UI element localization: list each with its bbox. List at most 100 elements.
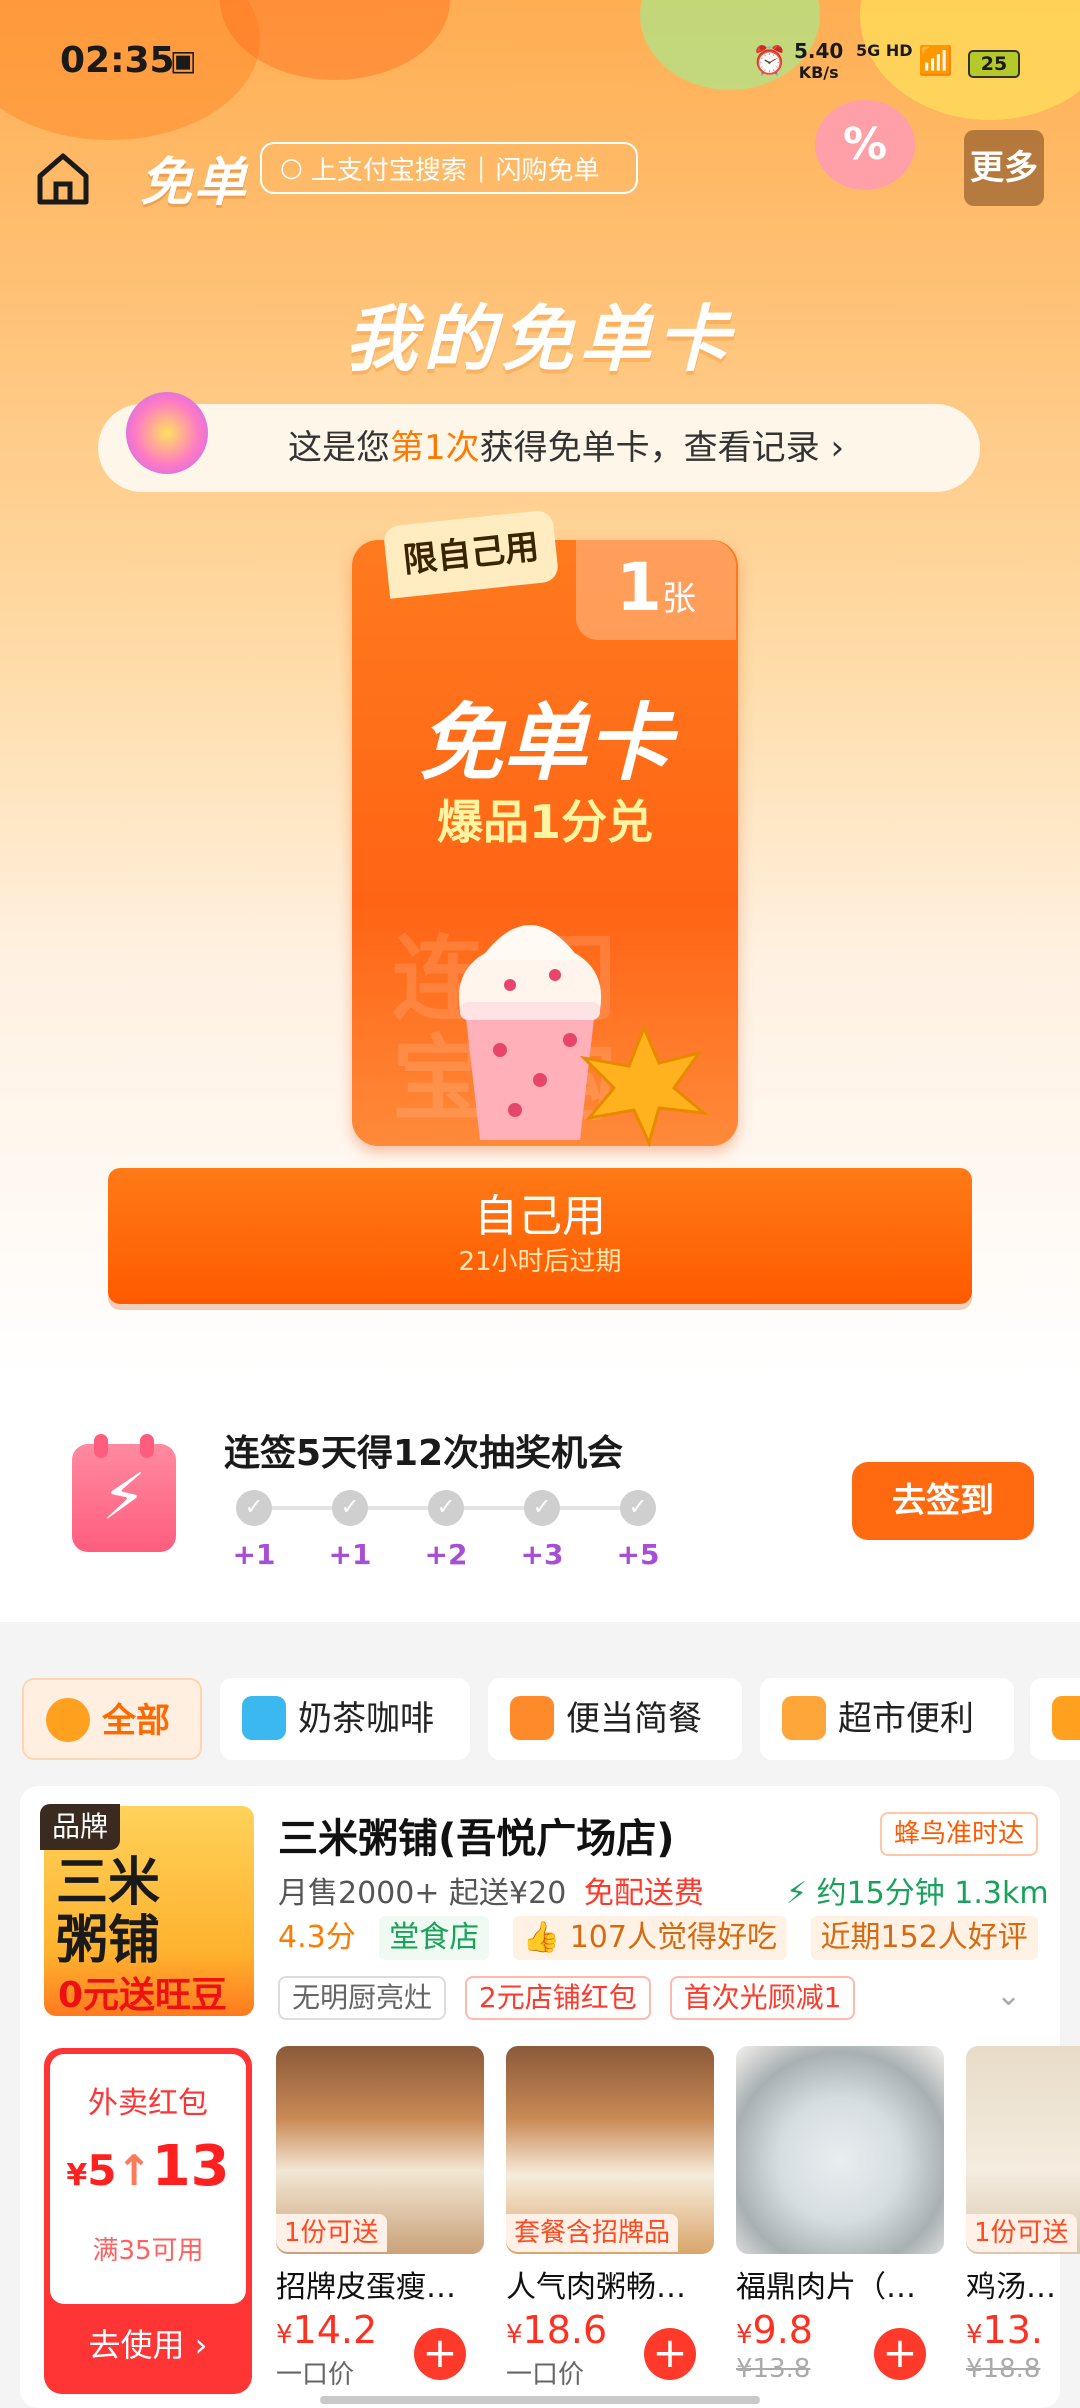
card-count-number: 1 bbox=[616, 549, 662, 626]
item-name: 鸡汤… bbox=[966, 2270, 1056, 2305]
reward-label: +2 bbox=[424, 1538, 468, 1571]
tab-supermarket[interactable]: 超市便利 bbox=[760, 1678, 1014, 1760]
coupon-title: 外卖红包 bbox=[88, 2086, 208, 2121]
drink-icon bbox=[242, 1696, 286, 1740]
brand-logo: 免单 bbox=[140, 153, 249, 213]
maple-leaf-icon bbox=[579, 1024, 709, 1148]
menu-item[interactable]: 套餐含招牌品 人气肉粥畅… ¥18.6 一口价 + bbox=[506, 2046, 714, 2406]
menu-item[interactable]: 福鼎肉片（… ¥9.8 ¥13.8 + bbox=[736, 2046, 944, 2406]
free-delivery: 免配送费 bbox=[583, 1876, 704, 1911]
reward-label: +1 bbox=[328, 1538, 372, 1571]
rating-row: 4.3分 堂食店 👍 107人觉得好吃 近期152人好评 bbox=[278, 1916, 1052, 1960]
item-price: ¥13. bbox=[966, 2308, 1043, 2352]
coupon-value: ¥5↑13 bbox=[66, 2134, 230, 2199]
check-icon: ✓ bbox=[620, 1490, 656, 1526]
status-time: 02:35 bbox=[60, 40, 175, 81]
dine-in-badge: 堂食店 bbox=[379, 1916, 490, 1960]
check-icon: ✓ bbox=[524, 1490, 560, 1526]
menu-item[interactable]: 1份可送 鸡汤… ¥13. ¥18.8 bbox=[966, 2046, 1080, 2406]
promo-chips: 无明厨亮灶 2元店铺红包 首次光顾减1 bbox=[278, 1976, 865, 2020]
card-name: 免单卡 bbox=[418, 694, 671, 792]
status-bar: 02:35 ▣ ⏰ 5.40 KB/s 5G HD 📶 25 bbox=[0, 0, 1080, 120]
reward-label: +5 bbox=[616, 1538, 660, 1571]
item-tag: 套餐含招牌品 bbox=[506, 2214, 679, 2252]
card-subtitle: 爆品1分兑 bbox=[436, 795, 653, 849]
coupon-condition: 满35可用 bbox=[92, 2236, 204, 2266]
tab-label: 便当简餐 bbox=[566, 1699, 702, 1739]
tab-label: 超市便利 bbox=[838, 1699, 974, 1739]
check-icon: ✓ bbox=[428, 1490, 464, 1526]
add-to-cart-button[interactable]: + bbox=[874, 2328, 926, 2380]
battery-indicator: 25 bbox=[968, 50, 1020, 78]
wifi-icon: 📶 bbox=[918, 44, 953, 77]
shop-name[interactable]: 三米粥铺(吾悦广场店) bbox=[278, 1806, 675, 1864]
item-original-price: ¥18.8 bbox=[966, 2354, 1041, 2384]
promo-chip: 无明厨亮灶 bbox=[278, 1976, 447, 2020]
check-icon: ✓ bbox=[332, 1490, 368, 1526]
shop-logo-promo: 0元送旺豆乳 bbox=[58, 1975, 228, 2016]
bento-icon bbox=[510, 1696, 554, 1740]
home-indicator[interactable] bbox=[320, 2396, 760, 2404]
tab-milk-tea-coffee[interactable]: 奶茶咖啡 bbox=[220, 1678, 470, 1760]
category-icon bbox=[1052, 1696, 1080, 1740]
item-price: ¥14.2 bbox=[276, 2308, 378, 2352]
star-lollipop-icon bbox=[126, 392, 208, 474]
record-suffix: 获得免单卡，查看记录 › bbox=[479, 428, 845, 468]
more-button[interactable]: 更多 bbox=[964, 130, 1044, 206]
tab-all[interactable]: 全部 bbox=[22, 1678, 202, 1760]
delivery-eta: ⚡ 约15分钟 1.3km bbox=[786, 1876, 1049, 1911]
monthly-sales: 月售2000+ bbox=[278, 1876, 440, 1911]
food-image bbox=[736, 2046, 944, 2254]
item-price-note: 一口价 bbox=[276, 2360, 355, 2390]
card-count-unit: 张 bbox=[661, 579, 696, 619]
add-to-cart-button[interactable]: + bbox=[644, 2328, 696, 2380]
header: 免单 ○ 上支付宝搜索 | 闪购免单 更多 bbox=[0, 130, 1080, 230]
item-name: 福鼎肉片（… bbox=[736, 2270, 916, 2305]
min-order: 起送¥20 bbox=[449, 1876, 567, 1911]
category-tabs: 全部 奶茶咖啡 便当简餐 超市便利 bbox=[0, 1678, 1080, 1762]
menu-item[interactable]: 1份可送 招牌皮蛋瘦… ¥14.2 一口价 + bbox=[276, 2046, 484, 2406]
item-tag: 1份可送 bbox=[966, 2214, 1077, 2252]
tab-label: 奶茶咖啡 bbox=[298, 1699, 434, 1739]
signin-button[interactable]: 去签到 bbox=[852, 1462, 1034, 1540]
delivery-badge: 蜂鸟准时达 bbox=[880, 1812, 1039, 1856]
promo-chip: 首次光顾减1 bbox=[669, 1976, 856, 2020]
promo-chip: 2元店铺红包 bbox=[464, 1976, 651, 2020]
check-icon: ✓ bbox=[236, 1490, 272, 1526]
reward-label: +1 bbox=[232, 1538, 276, 1571]
item-original-price: ¥13.8 bbox=[736, 2354, 811, 2384]
record-prefix: 这是您 bbox=[288, 428, 390, 468]
tab-bento[interactable]: 便当简餐 bbox=[488, 1678, 742, 1760]
reward-label: +3 bbox=[520, 1538, 564, 1571]
bowl-icon bbox=[46, 1698, 90, 1742]
coupon-body: 外卖红包 ¥5↑13 满35可用 bbox=[50, 2054, 246, 2304]
shop-score: 4.3分 bbox=[278, 1920, 356, 1955]
add-to-cart-button[interactable]: + bbox=[414, 2328, 466, 2380]
use-self-button[interactable]: 自己用 21小时后过期 bbox=[108, 1168, 972, 1304]
page-title: 我的免单卡 bbox=[344, 297, 735, 381]
tab-label: 全部 bbox=[102, 1701, 170, 1741]
record-highlight: 第1次 bbox=[390, 428, 480, 468]
coupon-use-button[interactable]: 去使用 › bbox=[44, 2320, 252, 2366]
store-icon bbox=[782, 1696, 826, 1740]
tab-more[interactable] bbox=[1030, 1678, 1080, 1760]
item-price: ¥18.6 bbox=[506, 2308, 608, 2352]
home-icon[interactable] bbox=[32, 148, 94, 210]
item-name: 招牌皮蛋瘦… bbox=[276, 2270, 456, 2305]
signin-title: 连签5天得12次抽奖机会 bbox=[224, 1433, 624, 1474]
shop-meta: 月售2000+ 起送¥20 免配送费 bbox=[278, 1868, 704, 1912]
search-icon: ○ bbox=[280, 153, 303, 183]
search-bar[interactable]: ○ 上支付宝搜索 | 闪购免单 bbox=[260, 142, 638, 194]
notification-icon: ▣ bbox=[170, 44, 197, 77]
search-divider: | bbox=[476, 153, 486, 183]
item-price: ¥9.8 bbox=[736, 2308, 813, 2352]
alarm-icon: ⏰ bbox=[752, 44, 787, 77]
card-count: 1张 bbox=[576, 540, 736, 640]
item-price-note: 一口价 bbox=[506, 2360, 585, 2390]
red-packet-coupon[interactable]: 外卖红包 ¥5↑13 满35可用 去使用 › bbox=[44, 2048, 252, 2394]
brand-tag: 品牌 bbox=[40, 1804, 121, 1850]
record-link[interactable]: 这是您第1次获得免单卡，查看记录 › bbox=[98, 404, 980, 492]
expiry-text: 21小时后过期 bbox=[458, 1247, 622, 1277]
chevron-down-icon[interactable]: ⌄ bbox=[996, 1978, 1021, 2013]
search-placeholder: 上支付宝搜索 bbox=[310, 155, 467, 186]
